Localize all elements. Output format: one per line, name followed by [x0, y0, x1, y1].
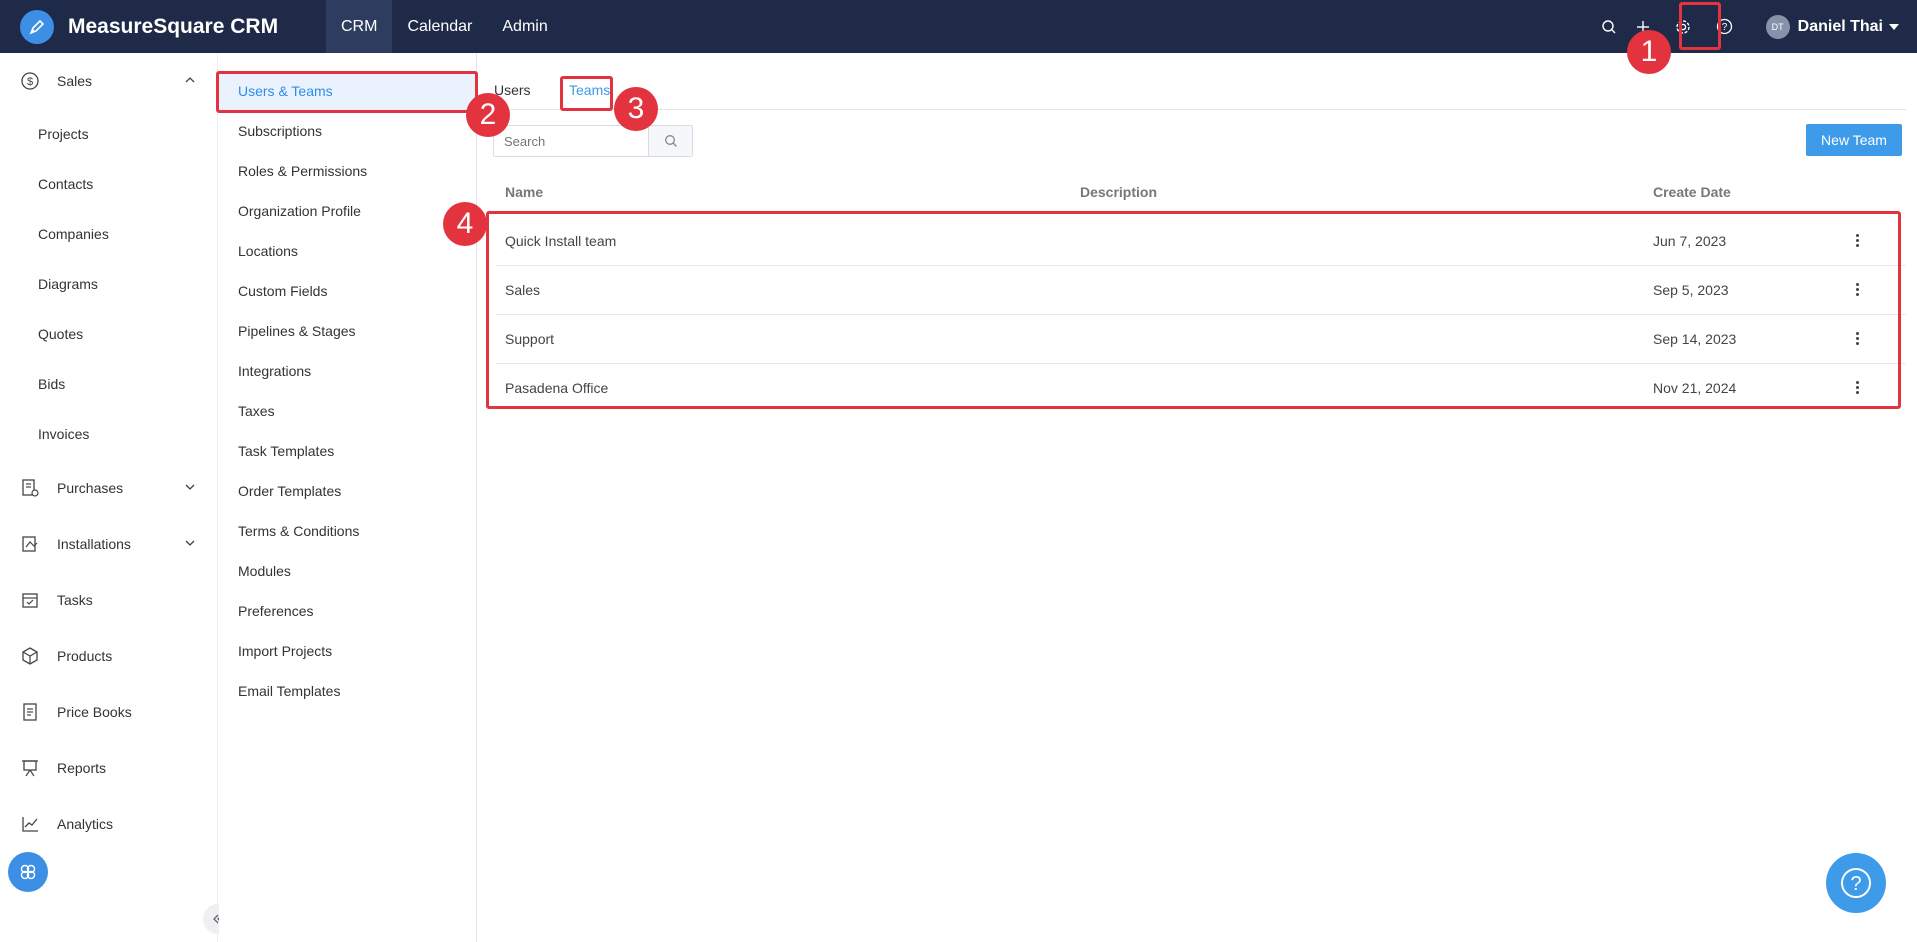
- sidebar-label: Installations: [57, 536, 131, 552]
- column-header-create-date[interactable]: Create Date: [1653, 184, 1731, 200]
- sidebar-label: Reports: [57, 760, 107, 776]
- app-title: MeasureSquare CRM: [68, 14, 279, 38]
- sidebar-item-analytics[interactable]: Analytics: [0, 810, 218, 838]
- sidebar-item-purchases[interactable]: Purchases: [0, 474, 218, 502]
- sidebar-item-sales[interactable]: $ Sales: [0, 67, 218, 95]
- step-badge-1: 1: [1627, 30, 1671, 74]
- highlight-settings: [1679, 2, 1721, 50]
- search-icon[interactable]: [1596, 14, 1622, 40]
- topnav-calendar[interactable]: Calendar: [392, 0, 487, 53]
- help-icon: ?: [1841, 868, 1871, 898]
- highlight-teams-table: [486, 211, 1901, 409]
- group-icon: [20, 864, 36, 880]
- chevron-down-icon: [184, 536, 196, 552]
- box-icon: [20, 646, 40, 666]
- settings-item-preferences[interactable]: Preferences: [238, 603, 313, 619]
- highlight-teams-tab: [560, 76, 613, 111]
- settings-item-locations[interactable]: Locations: [238, 243, 298, 259]
- settings-nav: Users & Teams Subscriptions Roles & Perm…: [219, 53, 477, 942]
- avatar: DT: [1765, 14, 1790, 39]
- settings-item-subscriptions[interactable]: Subscriptions: [238, 123, 322, 139]
- search-icon: [664, 135, 677, 147]
- settings-item-order-templates[interactable]: Order Templates: [238, 483, 341, 499]
- svg-text:?: ?: [1722, 22, 1728, 33]
- settings-item-taxes[interactable]: Taxes: [238, 403, 275, 419]
- assistant-button[interactable]: [8, 852, 48, 892]
- sidebar-item-contacts[interactable]: Contacts: [38, 176, 93, 192]
- dollar-icon: $: [20, 71, 40, 91]
- purchase-icon: [20, 478, 40, 498]
- sidebar-label: Purchases: [57, 480, 124, 496]
- user-menu[interactable]: DT Daniel Thai: [1765, 14, 1899, 39]
- sidebar-item-tasks[interactable]: Tasks: [0, 586, 218, 614]
- sidebar-item-companies[interactable]: Companies: [38, 226, 109, 242]
- sidebar-item-projects[interactable]: Projects: [38, 126, 89, 142]
- settings-item-pipelines-stages[interactable]: Pipelines & Stages: [238, 323, 356, 339]
- tabs-divider: [493, 109, 1906, 110]
- settings-item-custom-fields[interactable]: Custom Fields: [238, 283, 327, 299]
- search-input[interactable]: [494, 126, 648, 156]
- settings-item-email-templates[interactable]: Email Templates: [238, 683, 340, 699]
- step-badge-2: 2: [466, 93, 510, 137]
- sidebar-label: Price Books: [57, 704, 132, 720]
- document-icon: [20, 702, 40, 722]
- search-box: [493, 125, 693, 157]
- settings-item-integrations[interactable]: Integrations: [238, 363, 311, 379]
- sidebar-label: Sales: [57, 73, 93, 89]
- user-name: Daniel Thai: [1797, 17, 1883, 35]
- sidebar-label: Products: [57, 648, 113, 664]
- svg-text:?: ?: [1850, 873, 1861, 895]
- step-badge-3: 3: [614, 87, 658, 131]
- settings-item-organization-profile[interactable]: Organization Profile: [238, 203, 361, 219]
- column-header-name[interactable]: Name: [505, 184, 543, 200]
- chevron-up-icon: [184, 73, 196, 89]
- sidebar-item-products[interactable]: Products: [0, 642, 218, 670]
- app-logo[interactable]: MeasureSquare CRM: [20, 9, 326, 44]
- installation-icon: [20, 534, 40, 554]
- main-content: Users Teams New Team Name Description Cr…: [477, 53, 1917, 942]
- sidebar-item-reports[interactable]: Reports: [0, 754, 218, 782]
- settings-item-roles-permissions[interactable]: Roles & Permissions: [238, 163, 367, 179]
- chevron-down-icon: [184, 480, 196, 496]
- new-team-button[interactable]: New Team: [1806, 124, 1902, 156]
- help-chat-button[interactable]: ?: [1826, 853, 1886, 913]
- calendar-check-icon: [20, 590, 40, 610]
- highlight-users-teams: [216, 71, 478, 113]
- settings-item-task-templates[interactable]: Task Templates: [238, 443, 334, 459]
- svg-text:$: $: [27, 76, 33, 88]
- sidebar-item-diagrams[interactable]: Diagrams: [38, 276, 98, 292]
- sidebar-item-invoices[interactable]: Invoices: [38, 426, 89, 442]
- topnav-crm[interactable]: CRM: [326, 0, 393, 53]
- sidebar-item-installations[interactable]: Installations: [0, 530, 218, 558]
- topnav-admin[interactable]: Admin: [487, 0, 562, 53]
- presentation-icon: [20, 758, 40, 778]
- line-chart-icon: [20, 814, 40, 834]
- settings-item-terms-conditions[interactable]: Terms & Conditions: [238, 523, 359, 539]
- sidebar-item-quotes[interactable]: Quotes: [38, 326, 83, 342]
- sidebar-item-price-books[interactable]: Price Books: [0, 698, 218, 726]
- left-sidebar: $ Sales Projects Contacts Companies Diag…: [0, 53, 233, 942]
- logo-icon: [20, 9, 54, 44]
- sidebar-label: Tasks: [57, 592, 93, 608]
- settings-item-import-projects[interactable]: Import Projects: [238, 643, 332, 659]
- sidebar-label: Analytics: [57, 816, 114, 832]
- caret-down-icon: [1889, 23, 1899, 30]
- sidebar-item-bids[interactable]: Bids: [38, 376, 65, 392]
- settings-item-modules[interactable]: Modules: [238, 563, 291, 579]
- search-button[interactable]: [648, 126, 692, 156]
- step-badge-4: 4: [443, 202, 487, 246]
- top-nav: CRM Calendar Admin: [326, 0, 563, 53]
- column-header-description[interactable]: Description: [1080, 184, 1157, 200]
